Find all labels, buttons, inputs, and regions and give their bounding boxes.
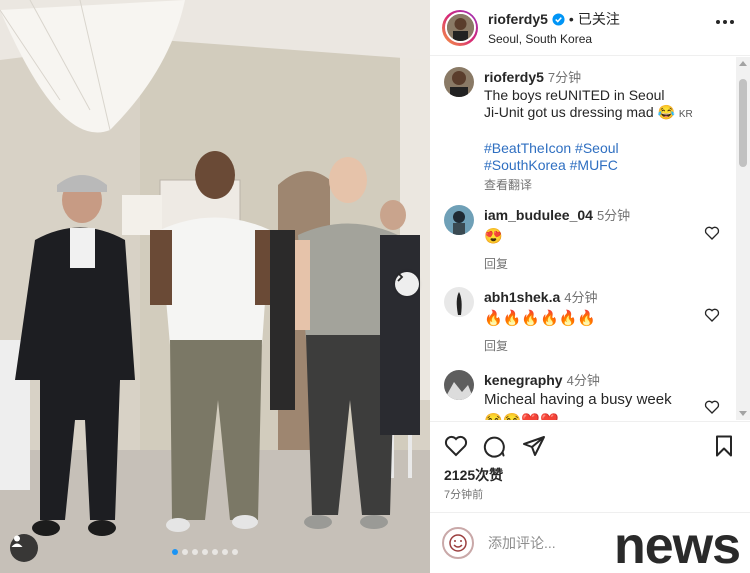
carousel-dot <box>182 549 188 555</box>
caption-line-2: Ji-Unit got us dressing mad 😂 <box>484 104 675 120</box>
photo-illustration <box>0 0 430 573</box>
reply-button[interactable]: 回复 <box>484 337 734 354</box>
post-actions <box>430 421 750 469</box>
carousel-next-button[interactable] <box>395 272 419 296</box>
carousel-dot <box>172 549 178 555</box>
comment-time: 4分钟 <box>566 373 600 388</box>
heart-icon[interactable] <box>444 434 468 458</box>
comment-time: 5分钟 <box>596 208 631 223</box>
chevron-right-icon <box>397 272 404 282</box>
comment-time: 4分钟 <box>564 290 598 305</box>
post-photo[interactable] <box>0 0 430 573</box>
comment-input[interactable]: 添加评论... <box>488 533 556 553</box>
heart-icon[interactable] <box>704 399 720 415</box>
user-tag-button[interactable] <box>10 534 38 562</box>
comment-item: iam_budulee_04 5分钟 😍 回复 <box>444 205 734 272</box>
post-header: rioferdy5 • 已关注 Seoul, South Korea <box>430 0 750 56</box>
post-location[interactable]: Seoul, South Korea <box>488 32 620 46</box>
comment-icon[interactable] <box>482 434 506 458</box>
post-author-username[interactable]: rioferdy5 <box>488 11 548 27</box>
post-date: 7分钟前 <box>444 489 484 501</box>
caption-time: 7分钟 <box>547 70 582 85</box>
comment-username[interactable]: kenegraphy <box>484 372 563 388</box>
comment-text: 🔥🔥🔥🔥🔥🔥 <box>484 310 597 327</box>
avatar[interactable] <box>444 287 474 317</box>
avatar[interactable] <box>444 370 474 400</box>
carousel-dot <box>202 549 208 555</box>
caption: rioferdy5 7分钟 The boys reUNITED in Seoul … <box>444 67 734 193</box>
comments-scrollbar[interactable] <box>736 57 750 420</box>
comment-item: kenegraphy 4分钟 Micheal having a busy week… <box>444 370 734 420</box>
verified-badge-icon <box>552 12 565 26</box>
reply-button[interactable]: 回复 <box>484 255 734 272</box>
carousel-dot <box>222 549 228 555</box>
emoji-icon <box>449 534 467 552</box>
watermark-logo: news <box>614 517 741 573</box>
avatar[interactable] <box>444 67 474 97</box>
share-icon[interactable] <box>522 434 546 458</box>
avatar-image <box>446 14 474 41</box>
avatar[interactable] <box>444 205 474 235</box>
hashtags-line-1[interactable]: #BeatTheIcon #Seoul <box>484 140 734 157</box>
post-panel: rioferdy5 • 已关注 Seoul, South Korea riofe… <box>430 0 750 573</box>
comment-item: abh1shek.a 4分钟 🔥🔥🔥🔥🔥🔥 回复 <box>444 287 734 354</box>
avatar[interactable] <box>442 9 478 46</box>
comment-text: Micheal having a busy week <box>484 391 672 408</box>
carousel-indicator <box>172 549 238 555</box>
carousel-dot <box>192 549 198 555</box>
carousel-dot <box>232 549 238 555</box>
carousel-dot <box>212 549 218 555</box>
flag-label: KR <box>678 109 693 120</box>
comment-text-emoji: 😂😂❤️❤️ <box>484 412 734 420</box>
follow-status-button[interactable]: 已关注 <box>578 9 620 29</box>
heart-icon[interactable] <box>704 225 720 241</box>
user-tag-icon <box>11 535 23 547</box>
comment-username[interactable]: abh1shek.a <box>484 289 560 305</box>
heart-icon[interactable] <box>704 307 720 323</box>
bookmark-icon[interactable] <box>712 434 736 458</box>
like-count[interactable]: 2125次赞 <box>444 465 503 485</box>
more-options-icon[interactable] <box>716 20 734 24</box>
caption-line-1: The boys reUNITED in Seoul <box>484 87 665 103</box>
caption-username[interactable]: rioferdy5 <box>484 69 544 85</box>
comments-list: rioferdy5 7分钟 The boys reUNITED in Seoul … <box>430 57 750 420</box>
emoji-button[interactable] <box>442 527 474 559</box>
hashtags-line-2[interactable]: #SouthKorea #MUFC <box>484 157 734 174</box>
comment-text: 😍 <box>484 228 503 245</box>
translate-link[interactable]: 查看翻译 <box>484 176 734 193</box>
comment-username[interactable]: iam_budulee_04 <box>484 207 593 223</box>
